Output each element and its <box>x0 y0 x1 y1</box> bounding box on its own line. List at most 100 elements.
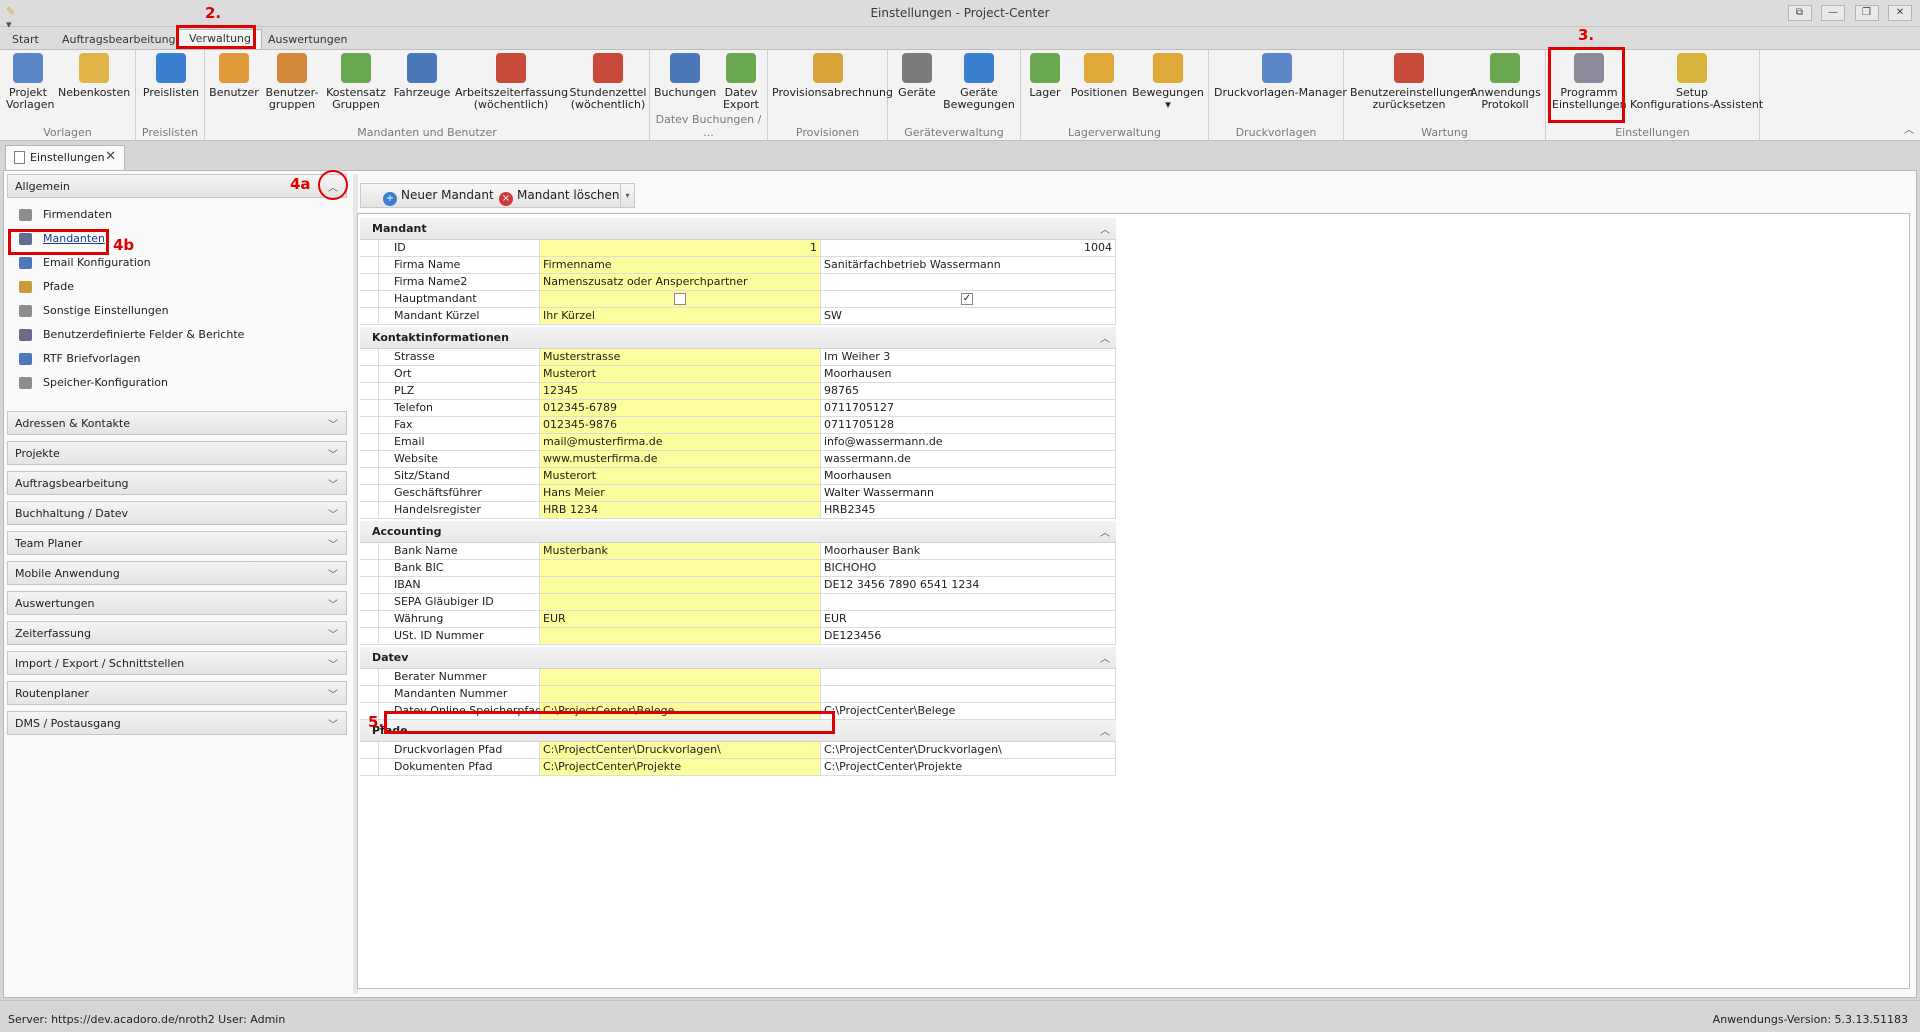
default-value-cell[interactable]: 1 <box>540 240 821 256</box>
default-value-cell[interactable]: Namenszusatz oder Ansperchpartner <box>540 274 821 290</box>
nav-section[interactable]: Routenplaner ﹀ <box>7 681 347 705</box>
arbeitszeiterfassung-button[interactable]: Arbeitszeiterfassung (wöchentlich) <box>455 53 568 111</box>
value-cell[interactable]: 0711705128 <box>821 417 1116 433</box>
default-value-cell[interactable]: Firmenname <box>540 257 821 273</box>
nav-section[interactable]: Import / Export / Schnittstellen ﹀ <box>7 651 347 675</box>
value-cell[interactable]: wassermann.de <box>821 451 1116 467</box>
positionen-button[interactable]: Positionen <box>1068 53 1130 99</box>
default-value-cell[interactable]: Hans Meier <box>540 485 821 501</box>
lager-button[interactable]: Lager <box>1026 53 1064 99</box>
value-cell[interactable]: Im Weiher 3 <box>821 349 1116 365</box>
chevron-down-icon[interactable]: ﹀ <box>328 656 338 671</box>
stundenzettel-button[interactable]: Stundenzettel (wöchentlich) <box>568 53 648 111</box>
nav-section[interactable]: Zeiterfassung ﹀ <box>7 621 347 645</box>
default-value-cell[interactable] <box>540 560 821 576</box>
default-value-cell[interactable] <box>540 628 821 644</box>
delete-mandant-button[interactable]: × Mandant löschen <box>499 188 620 206</box>
default-value-cell[interactable] <box>540 686 821 702</box>
nav-section[interactable]: DMS / Postausgang ﹀ <box>7 711 347 735</box>
default-value-cell[interactable]: C:\ProjectCenter\Druckvorlagen\ <box>540 742 821 758</box>
close-button[interactable]: ✕ <box>1888 5 1912 21</box>
chevron-down-icon[interactable]: ﹀ <box>328 416 338 431</box>
default-value-cell[interactable]: C:\ProjectCenter\Projekte <box>540 759 821 775</box>
value-cell[interactable]: Sanitärfachbetrieb Wassermann <box>821 257 1116 273</box>
value-cell[interactable]: info@wassermann.de <box>821 434 1116 450</box>
value-cell[interactable]: 98765 <box>821 383 1116 399</box>
value-cell[interactable]: DE12 3456 7890 6541 1234 <box>821 577 1116 593</box>
value-cell[interactable]: C:\ProjectCenter\Belege <box>821 703 1116 719</box>
value-cell[interactable] <box>821 686 1116 702</box>
setup-konfigurations-assistent-button[interactable]: Setup Konfigurations-Assistent <box>1630 53 1763 111</box>
default-value-cell[interactable]: Musterstrasse <box>540 349 821 365</box>
projekt-vorlagen-button[interactable]: Projekt Vorlagen <box>6 53 54 111</box>
chevron-down-icon[interactable]: ﹀ <box>328 716 338 731</box>
benutzer-button[interactable]: Benutzer <box>208 53 260 99</box>
druckvorlagen-manager-button[interactable]: Druckvorlagen-Manager <box>1214 53 1347 99</box>
chevron-down-icon[interactable]: ﹀ <box>328 686 338 701</box>
chevron-up-icon[interactable]: ︿ <box>1100 650 1110 665</box>
kostensatz-gruppen-button[interactable]: Kostensatz Gruppen <box>324 53 388 111</box>
nav-section[interactable]: Team Planer ﹀ <box>7 531 347 555</box>
value-cell[interactable]: C:\ProjectCenter\Projekte <box>821 759 1116 775</box>
chevron-up-icon[interactable]: ︿ <box>1100 221 1110 236</box>
toolbar-dropdown[interactable]: ▾ <box>620 184 634 207</box>
value-cell[interactable]: C:\ProjectCenter\Druckvorlagen\ <box>821 742 1116 758</box>
restore-ribbon-button[interactable]: ⧉ <box>1787 5 1812 21</box>
section-mandant[interactable]: Mandant ︿ <box>360 218 1116 240</box>
chevron-up-icon[interactable]: ︿ <box>1100 330 1110 345</box>
nav-section[interactable]: Mobile Anwendung ﹀ <box>7 561 347 585</box>
hauptmandant-default-checkbox[interactable] <box>674 293 686 305</box>
document-tab-einstellungen[interactable]: Einstellungen ✕ <box>5 145 125 170</box>
anwendungs-protokoll-button[interactable]: Anwendungs Protokoll <box>1470 53 1541 111</box>
value-cell[interactable]: Moorhauser Bank <box>821 543 1116 559</box>
default-value-cell[interactable]: 12345 <box>540 383 821 399</box>
chevron-down-icon[interactable]: ﹀ <box>328 596 338 611</box>
default-value-cell[interactable]: 012345-6789 <box>540 400 821 416</box>
section-datev[interactable]: Datev ︿ <box>360 647 1116 669</box>
benutzereinstellungen-zuruecksetzen-button[interactable]: Benutzereinstellungen zurücksetzen <box>1350 53 1474 111</box>
value-cell[interactable]: 1004 <box>821 240 1116 256</box>
value-cell[interactable]: DE123456 <box>821 628 1116 644</box>
nav-section[interactable]: Auftragsbearbeitung ﹀ <box>7 471 347 495</box>
chevron-down-icon[interactable]: ﹀ <box>328 476 338 491</box>
value-cell[interactable]: Walter Wassermann <box>821 485 1116 501</box>
chevron-up-icon[interactable]: ︿ <box>1100 524 1110 539</box>
default-value-cell[interactable]: Musterbank <box>540 543 821 559</box>
tab-auftragsbearbeitung[interactable]: Auftragsbearbeitung <box>52 31 186 49</box>
default-value-cell[interactable] <box>540 669 821 685</box>
default-value-cell[interactable]: Musterort <box>540 366 821 382</box>
chevron-down-icon[interactable]: ﹀ <box>328 566 338 581</box>
datev-export-button[interactable]: Datev Export <box>718 53 764 111</box>
default-value-cell[interactable]: Ihr Kürzel <box>540 308 821 324</box>
chevron-down-icon[interactable]: ﹀ <box>328 626 338 641</box>
section-accounting[interactable]: Accounting ︿ <box>360 521 1116 543</box>
collapse-ribbon-icon[interactable]: ︿ <box>1904 121 1914 136</box>
default-value-cell[interactable]: www.musterfirma.de <box>540 451 821 467</box>
default-value-cell[interactable]: EUR <box>540 611 821 627</box>
geraete-button[interactable]: Geräte <box>894 53 940 99</box>
buchungen-button[interactable]: Buchungen <box>654 53 716 99</box>
benutzergruppen-button[interactable]: Benutzer-gruppen <box>264 53 320 111</box>
default-value-cell[interactable] <box>540 594 821 610</box>
default-value-cell[interactable] <box>540 577 821 593</box>
default-value-cell[interactable]: mail@musterfirma.de <box>540 434 821 450</box>
tab-start[interactable]: Start <box>2 31 49 49</box>
value-cell[interactable] <box>821 669 1116 685</box>
bewegungen-button[interactable]: Bewegungen ▾ <box>1132 53 1204 111</box>
value-cell[interactable] <box>821 594 1116 610</box>
tab-auswertungen[interactable]: Auswertungen <box>258 31 358 49</box>
value-cell[interactable] <box>821 274 1116 290</box>
hauptmandant-checkbox[interactable]: ✓ <box>961 293 973 305</box>
value-cell[interactable]: Moorhausen <box>821 468 1116 484</box>
value-cell[interactable]: SW <box>821 308 1116 324</box>
fahrzeuge-button[interactable]: Fahrzeuge <box>392 53 452 99</box>
nav-section[interactable]: Adressen & Kontakte ﹀ <box>7 411 347 435</box>
provisionsabrechnung-button[interactable]: Provisionsabrechnung <box>772 53 893 99</box>
default-value-cell[interactable]: Musterort <box>540 468 821 484</box>
nav-section[interactable]: Buchhaltung / Datev ﹀ <box>7 501 347 525</box>
nav-section[interactable]: Projekte ﹀ <box>7 441 347 465</box>
value-cell[interactable]: HRB2345 <box>821 502 1116 518</box>
new-mandant-button[interactable]: + Neuer Mandant <box>383 188 494 206</box>
preislisten-button[interactable]: Preislisten <box>140 53 202 99</box>
default-value-cell[interactable]: HRB 1234 <box>540 502 821 518</box>
